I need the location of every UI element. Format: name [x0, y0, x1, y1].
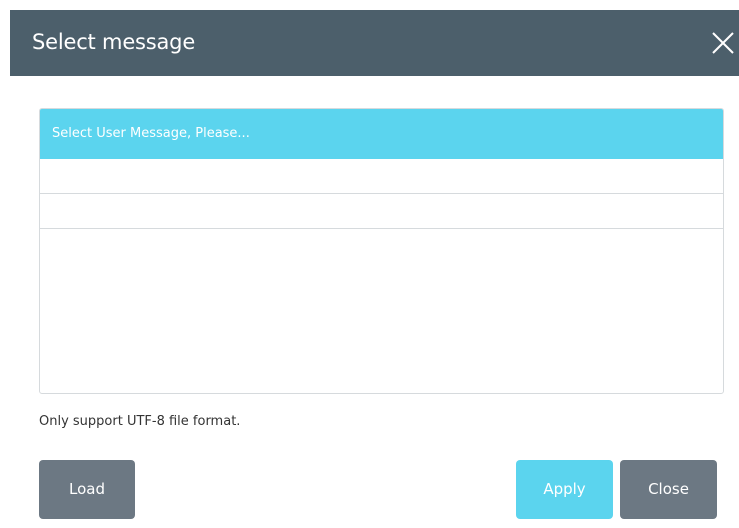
select-message-dialog: Select message Select User Message, Plea…	[10, 10, 739, 528]
message-list[interactable]: Select User Message, Please...	[39, 108, 724, 394]
dialog-titlebar: Select message	[10, 10, 739, 76]
utf8-format-note: Only support UTF-8 file format.	[39, 414, 241, 429]
load-button[interactable]: Load	[39, 460, 135, 519]
message-list-header[interactable]: Select User Message, Please...	[40, 109, 723, 159]
list-item[interactable]	[40, 159, 723, 194]
close-button[interactable]: Close	[620, 460, 717, 519]
list-item[interactable]	[40, 194, 723, 229]
apply-button[interactable]: Apply	[516, 460, 613, 519]
close-icon[interactable]	[709, 29, 737, 57]
dialog-title: Select message	[32, 30, 196, 54]
